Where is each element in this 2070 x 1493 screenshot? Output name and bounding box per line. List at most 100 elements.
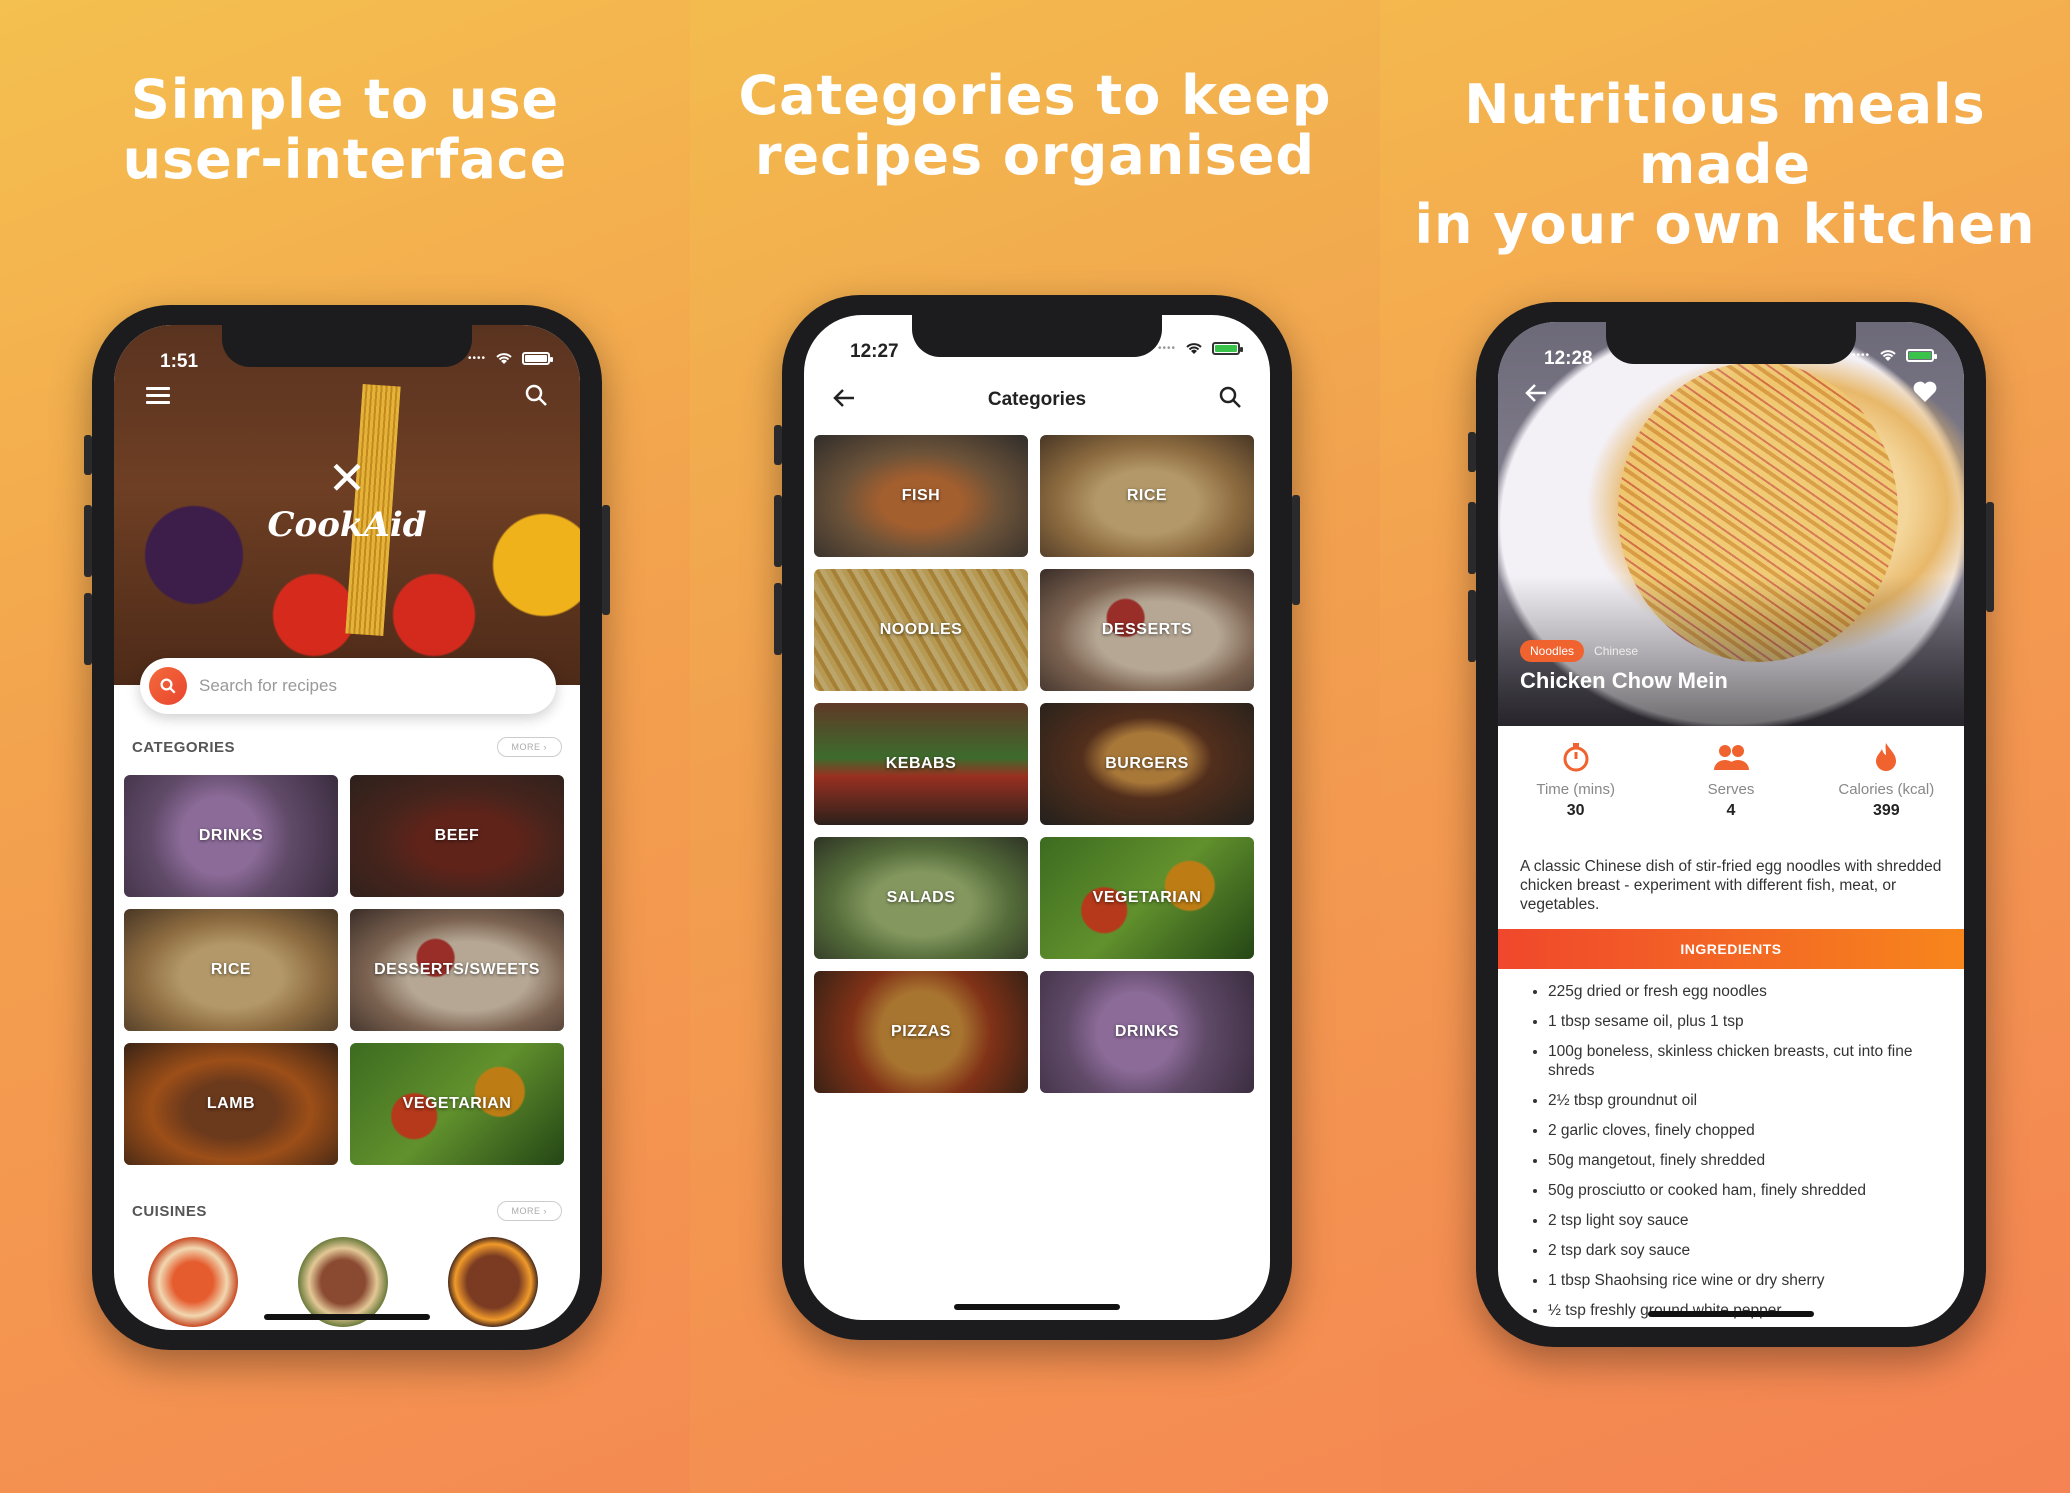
- ingredient-item: 225g dried or fresh egg noodles: [1548, 982, 1942, 1001]
- ingredient-item: 1 tbsp sesame oil, plus 1 tsp: [1548, 1012, 1942, 1031]
- flame-icon: [1876, 743, 1897, 771]
- home-indicator: [1648, 1311, 1814, 1317]
- battery-icon: [1906, 348, 1937, 362]
- category-tile[interactable]: RICE: [1040, 435, 1254, 557]
- search-icon[interactable]: [524, 383, 548, 407]
- tag-chinese[interactable]: Chinese: [1594, 644, 1638, 658]
- stat-time: Time (mins) 30: [1506, 742, 1646, 820]
- ingredient-item: 2 tsp dark soy sauce: [1548, 1241, 1942, 1260]
- ingredient-item: 50g mangetout, finely shredded: [1548, 1151, 1942, 1170]
- headline-line-2: in your own kitchen: [1414, 193, 2036, 256]
- headline-line-2: user-interface: [122, 128, 568, 191]
- stat-value: 30: [1566, 802, 1585, 819]
- panel-headline: Categories to keep recipes organised: [690, 66, 1380, 186]
- promo-panel-simple-ui: Simple to use user-interface 1:51 •••• ✕…: [0, 0, 690, 1493]
- search-placeholder: Search for recipes: [199, 676, 337, 695]
- favorite-heart-icon[interactable]: [1912, 380, 1938, 404]
- category-tile[interactable]: DESSERTS: [1040, 569, 1254, 691]
- headline-line-1: Nutritious meals made: [1464, 73, 1986, 196]
- category-tile[interactable]: BEEF: [350, 775, 564, 897]
- category-tile[interactable]: BURGERS: [1040, 703, 1254, 825]
- category-label: BEEF: [434, 827, 480, 844]
- section-title: CATEGORIES: [132, 738, 236, 756]
- category-tile[interactable]: DRINKS: [124, 775, 338, 897]
- status-time: 12:27: [850, 341, 899, 362]
- categories-more-button[interactable]: MORE ›: [496, 737, 562, 757]
- category-label: BURGERS: [1105, 755, 1189, 772]
- ingredient-item: 1 tbsp Shaohsing rice wine or dry sherry: [1548, 1271, 1942, 1290]
- battery-icon: [1212, 341, 1243, 355]
- status-time: 12:28: [1544, 348, 1593, 369]
- category-tile[interactable]: FISH: [814, 435, 1028, 557]
- stat-serves: Serves 4: [1661, 742, 1801, 820]
- people-icon: [1713, 745, 1749, 770]
- category-tile[interactable]: DESSERTS/SWEETS: [350, 909, 564, 1031]
- battery-icon: [522, 351, 553, 365]
- category-tile[interactable]: LAMB: [124, 1043, 338, 1165]
- signal-icon: ••••: [467, 352, 486, 364]
- home-indicator: [264, 1314, 430, 1320]
- phone-frame: 12:28 •••• Noodles Chinese Chicken Chow …: [1468, 302, 1994, 1347]
- category-label: DRINKS: [198, 827, 264, 844]
- stat-value: 399: [1872, 802, 1900, 819]
- category-tile[interactable]: SALADS: [814, 837, 1028, 959]
- wifi-icon: [496, 353, 512, 364]
- wifi-icon: [1186, 343, 1202, 354]
- recipe-description: A classic Chinese dish of stir-fried egg…: [1520, 858, 1942, 913]
- ingredient-item: 2 tsp light soy sauce: [1548, 1211, 1942, 1230]
- wifi-icon: [1880, 350, 1896, 361]
- recipe-screen: 12:28 •••• Noodles Chinese Chicken Chow …: [1498, 322, 1964, 1327]
- category-tile[interactable]: RICE: [124, 909, 338, 1031]
- cuisines-more-button[interactable]: MORE ›: [496, 1201, 562, 1221]
- home-screen: 1:51 •••• ✕ CookAid Search for recipes C…: [114, 325, 580, 1330]
- search-input[interactable]: Search for recipes: [140, 658, 556, 714]
- cuisine-item[interactable]: [448, 1237, 538, 1327]
- category-tile[interactable]: VEGETARIAN: [350, 1043, 564, 1165]
- cuisines-header: CUISINES MORE ›: [132, 1201, 562, 1221]
- home-indicator: [954, 1304, 1120, 1310]
- category-label: RICE: [210, 961, 252, 978]
- back-arrow-icon[interactable]: [1524, 382, 1548, 404]
- ingredients-header: INGREDIENTS: [1498, 929, 1964, 969]
- categories-header: CATEGORIES MORE ›: [132, 737, 562, 757]
- ingredients-list: 225g dried or fresh egg noodles 1 tbsp s…: [1548, 982, 1942, 1327]
- promo-panel-recipe: Nutritious meals made in your own kitche…: [1380, 0, 2070, 1493]
- menu-icon[interactable]: [146, 387, 170, 408]
- ingredient-item: 2 garlic cloves, finely chopped: [1548, 1121, 1942, 1140]
- nav-bar: Categories: [804, 371, 1270, 431]
- recipe-tags: Noodles Chinese: [1520, 640, 1638, 662]
- recipe-stats: Time (mins) 30 Serves 4 Calories (kcal) …: [1498, 742, 1964, 820]
- promo-panel-categories: Categories to keep recipes organised 12:…: [690, 0, 1380, 1493]
- category-label: LAMB: [206, 1095, 256, 1112]
- recipe-title: Chicken Chow Mein: [1520, 668, 1728, 693]
- app-logo-text: CookAid: [267, 505, 427, 545]
- stopwatch-icon: [1563, 743, 1589, 772]
- panel-headline: Nutritious meals made in your own kitche…: [1380, 75, 2070, 255]
- category-tile[interactable]: PIZZAS: [814, 971, 1028, 1093]
- category-tile[interactable]: DRINKS: [1040, 971, 1254, 1093]
- ingredient-item: 2½ tbsp groundnut oil: [1548, 1091, 1942, 1110]
- cuisine-item[interactable]: [148, 1237, 238, 1327]
- tag-noodles[interactable]: Noodles: [1520, 640, 1585, 662]
- page-title: Categories: [987, 389, 1087, 410]
- headline-line-1: Categories to keep: [738, 64, 1332, 127]
- category-tile[interactable]: NOODLES: [814, 569, 1028, 691]
- category-label: FISH: [901, 487, 941, 504]
- recipe-hero-image: [1498, 322, 1964, 726]
- stat-value: 4: [1726, 802, 1736, 819]
- category-tile[interactable]: VEGETARIAN: [1040, 837, 1254, 959]
- search-button[interactable]: [149, 667, 187, 705]
- stat-label: Calories (kcal): [1838, 781, 1935, 798]
- ingredient-item: 100g boneless, skinless chicken breasts,…: [1548, 1042, 1942, 1080]
- search-icon[interactable]: [1218, 385, 1242, 409]
- category-label: NOODLES: [879, 621, 963, 638]
- category-label: DESSERTS: [1101, 621, 1193, 638]
- category-tile[interactable]: KEBABS: [814, 703, 1028, 825]
- category-label: DESSERTS/SWEETS: [374, 961, 540, 978]
- category-label: PIZZAS: [891, 1023, 951, 1040]
- stat-label: Serves: [1707, 781, 1755, 798]
- search-icon: [160, 678, 176, 694]
- stat-label: Time (mins): [1536, 781, 1615, 798]
- category-label: VEGETARIAN: [402, 1095, 512, 1112]
- phone-frame: 12:27 •••• Categories FISH RICE NOODLES …: [774, 295, 1300, 1340]
